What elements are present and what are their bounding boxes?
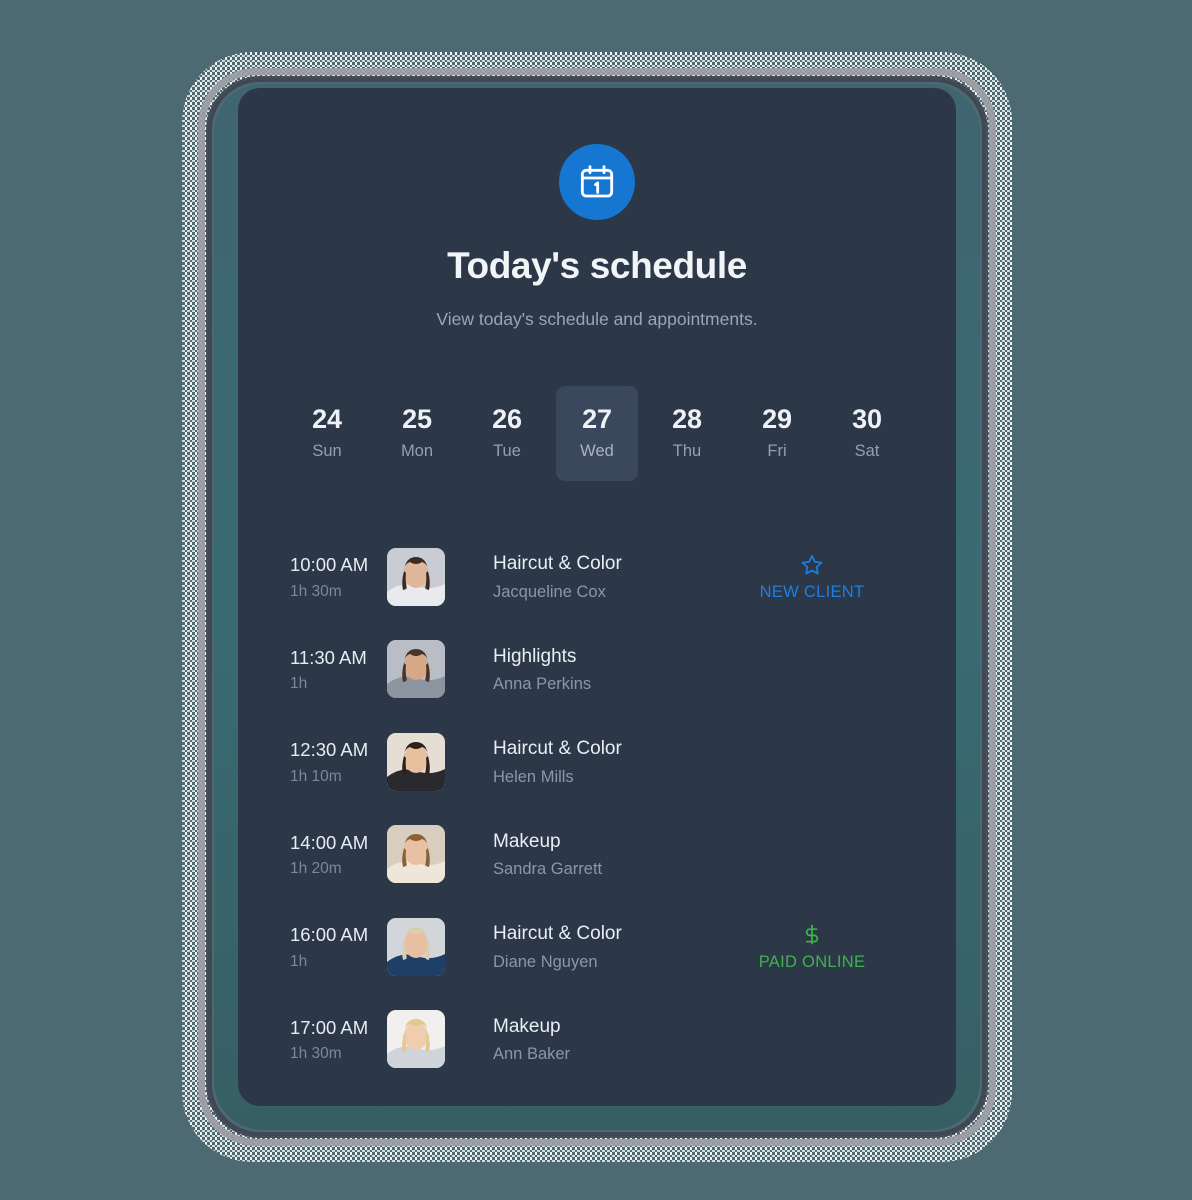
date-weekday: Sun	[312, 441, 342, 460]
appointment-info: Haircut & Color Jacqueline Cox	[493, 552, 724, 602]
date-chip-thu[interactable]: 28 Thu	[646, 386, 728, 481]
date-number: 28	[672, 403, 702, 434]
appointment-time-block: 10:00 AM 1h 30m	[290, 553, 385, 600]
appointment-time-block: 17:00 AM 1h 30m	[290, 1016, 385, 1063]
appointment-time: 16:00 AM	[290, 924, 369, 946]
appointment-duration: 1h 30m	[290, 1045, 342, 1063]
date-number: 24	[312, 403, 342, 434]
appointment-service: Makeup	[493, 830, 561, 852]
status-badge-new-client: NEW CLIENT	[724, 552, 904, 602]
appointment-time-block: 12:30 AM 1h 10m	[290, 738, 385, 785]
appointment-time-block: 11:30 AM 1h	[290, 646, 385, 693]
appointment-time: 11:30 AM	[290, 646, 367, 668]
appointment-info: Makeup Ann Baker	[493, 1015, 724, 1065]
appointment-time-block: 14:00 AM 1h 20m	[290, 831, 385, 878]
date-weekday: Sat	[854, 441, 880, 460]
client-avatar[interactable]	[387, 732, 445, 791]
appointment-client-name: Sandra Garrett	[493, 860, 603, 879]
appointment-client-name: Ann Baker	[493, 1045, 571, 1064]
page-subtitle: View today's schedule and appointments.	[436, 308, 758, 329]
appointment-service: Highlights	[493, 645, 577, 667]
card-header: Today's schedule View today's schedule a…	[238, 88, 956, 330]
date-number: 25	[402, 403, 432, 434]
appointment-duration: 1h	[290, 952, 308, 970]
appointment-time: 14:00 AM	[290, 831, 369, 853]
appointment-info: Haircut & Color Helen Mills	[493, 737, 724, 787]
appointment-row[interactable]: 12:30 AM 1h 10m Haircut & Color Helen Mill…	[290, 716, 904, 809]
date-weekday: Wed	[580, 441, 614, 460]
client-avatar[interactable]	[387, 547, 445, 606]
appointment-row[interactable]: 16:00 AM 1h Haircut & Color Diane Nguyen P…	[290, 901, 904, 994]
appointment-info: Highlights Anna Perkins	[493, 645, 724, 695]
dollar-icon	[724, 922, 900, 948]
appointment-client-name: Diane Nguyen	[493, 952, 598, 971]
date-chip-sat[interactable]: 30 Sat	[826, 386, 908, 481]
date-chip-mon[interactable]: 25 Mon	[376, 386, 458, 481]
date-weekday: Mon	[400, 441, 434, 460]
appointment-info: Haircut & Color Diane Nguyen	[493, 922, 724, 972]
status-badge-paid-online: PAID ONLINE	[724, 922, 904, 972]
date-chip-sun[interactable]: 24 Sun	[286, 386, 368, 481]
page-title: Today's schedule	[447, 245, 747, 286]
date-chip-tue[interactable]: 26 Tue	[466, 386, 548, 481]
appointment-client-name: Jacqueline Cox	[493, 582, 606, 601]
appointment-duration: 1h	[290, 675, 308, 693]
client-avatar[interactable]	[387, 640, 445, 699]
date-number: 26	[492, 403, 522, 434]
appointment-row[interactable]: 11:30 AM 1h Highlights Anna Perkins	[290, 623, 904, 716]
client-avatar[interactable]	[387, 1010, 445, 1069]
appointment-row[interactable]: 14:00 AM 1h 20m Makeup Sandra Garrett	[290, 808, 904, 901]
date-number: 27	[582, 403, 612, 434]
appointment-duration: 1h 10m	[290, 767, 342, 785]
date-number: 30	[852, 403, 882, 434]
appointment-client-name: Anna Perkins	[493, 675, 592, 694]
appointment-client-name: Helen Mills	[493, 767, 574, 786]
date-weekday: Thu	[672, 441, 702, 460]
appointment-service: Haircut & Color	[493, 923, 622, 945]
appointment-time: 12:30 AM	[290, 739, 369, 761]
appointment-service: Haircut & Color	[493, 553, 622, 575]
appointment-duration: 1h 30m	[290, 582, 342, 600]
appointment-service: Haircut & Color	[493, 738, 622, 760]
appointment-row[interactable]: 17:00 AM 1h 30m Makeup Ann Baker	[290, 993, 904, 1086]
appointment-time: 17:00 AM	[290, 1016, 369, 1038]
appointment-info: Makeup Sandra Garrett	[493, 830, 724, 880]
date-chip-fri[interactable]: 29 Fri	[736, 386, 818, 481]
client-avatar[interactable]	[387, 825, 445, 884]
appointment-list: 10:00 AM 1h 30m Haircut & Color Jacqueline…	[238, 531, 956, 1086]
date-strip[interactable]: 24 Sun 25 Mon 26 Tue 27 Wed 28 Thu 29 Fri 30 Sat	[238, 385, 956, 481]
appointment-row[interactable]: 10:00 AM 1h 30m Haircut & Color Jacqueline…	[290, 531, 904, 624]
date-weekday: Tue	[493, 441, 521, 460]
appointment-service: Makeup	[493, 1015, 561, 1037]
client-avatar[interactable]	[387, 917, 445, 976]
status-badge-label: PAID ONLINE	[758, 952, 866, 971]
appointment-time: 10:00 AM	[290, 554, 369, 576]
schedule-card: Today's schedule View today's schedule a…	[238, 88, 956, 1106]
star-icon	[724, 552, 900, 578]
date-weekday: Fri	[767, 441, 787, 460]
date-number: 29	[762, 403, 792, 434]
appointment-time-block: 16:00 AM 1h	[290, 923, 385, 970]
status-badge-label: NEW CLIENT	[759, 582, 865, 601]
calendar-icon	[559, 144, 635, 220]
date-chip-wed[interactable]: 27 Wed	[556, 385, 638, 481]
appointment-duration: 1h 20m	[290, 860, 342, 878]
